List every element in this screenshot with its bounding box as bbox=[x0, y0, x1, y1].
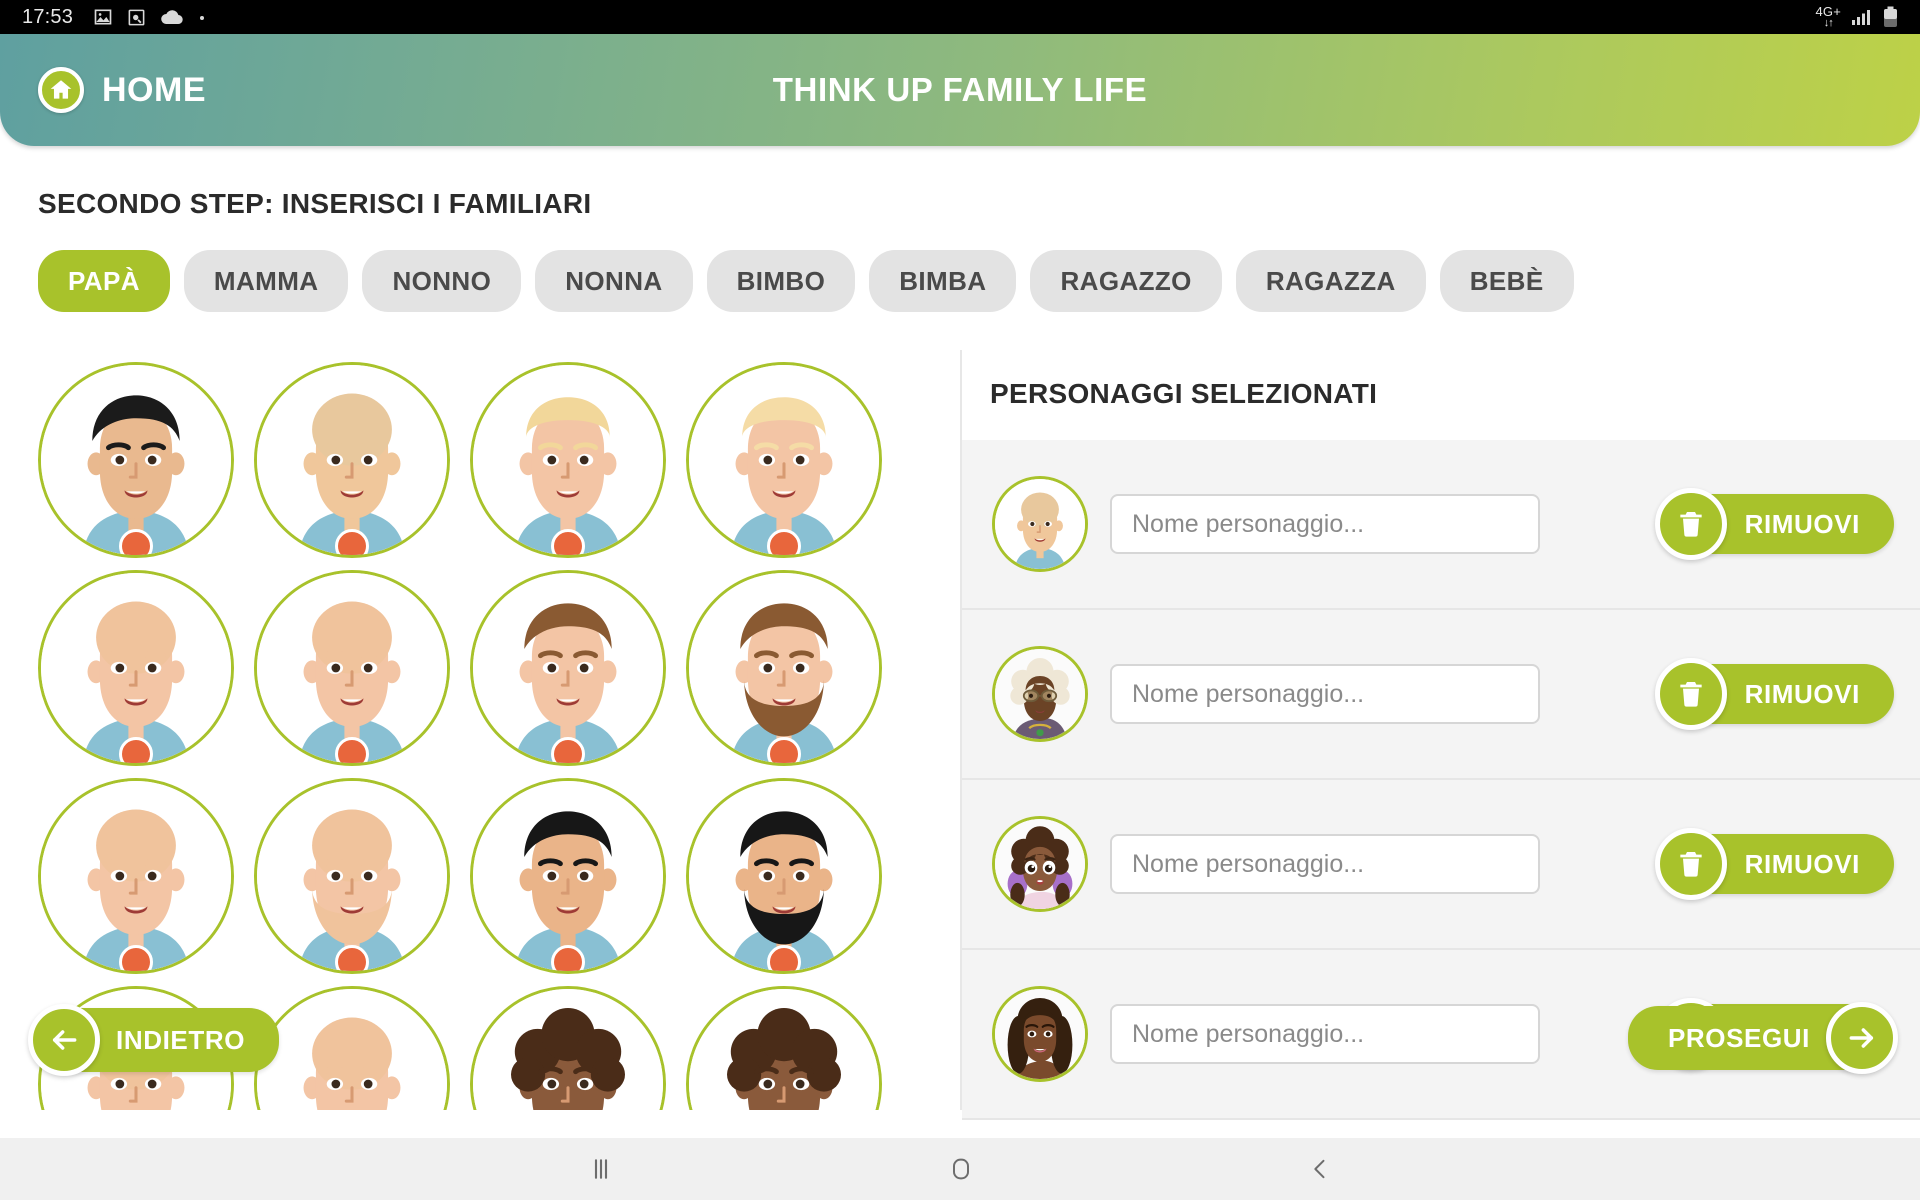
selected-character-row: RIMUOVI bbox=[962, 610, 1920, 780]
continue-button[interactable]: PROSEGUI bbox=[1627, 1002, 1898, 1074]
avatar-badge-icon bbox=[119, 529, 153, 555]
tab-label: BIMBO bbox=[736, 265, 826, 296]
selected-character-avatar[interactable] bbox=[992, 476, 1088, 572]
image-icon bbox=[93, 7, 113, 27]
chevron-left-icon[interactable] bbox=[1306, 1155, 1334, 1183]
avatar-badge-icon bbox=[335, 529, 369, 555]
status-bar-left: 17:53 bbox=[22, 6, 206, 29]
avatar-option[interactable] bbox=[470, 778, 666, 974]
trash-icon bbox=[1654, 828, 1727, 900]
home-button[interactable]: HOME bbox=[38, 67, 206, 113]
house-icon bbox=[38, 67, 84, 113]
avatar-option[interactable] bbox=[470, 570, 666, 766]
page-title: THINK UP FAMILY LIFE bbox=[772, 71, 1148, 108]
status-clock: 17:53 bbox=[22, 5, 74, 28]
avatar-option[interactable] bbox=[470, 986, 666, 1110]
remove-character-button[interactable]: RIMUOVI bbox=[1654, 828, 1894, 900]
avatar-option[interactable] bbox=[686, 778, 882, 974]
avatar-option[interactable] bbox=[254, 362, 450, 558]
avatar-option[interactable] bbox=[686, 570, 882, 766]
avatar-chooser-pane[interactable]: INDIETRO bbox=[0, 350, 962, 1110]
status-bar-right: 4G+ ↓↑ bbox=[1815, 5, 1898, 29]
avatar-badge-icon bbox=[551, 737, 585, 763]
avatar-badge-icon bbox=[767, 737, 801, 763]
tab-pap[interactable]: PAPÀ bbox=[38, 250, 170, 312]
avatar-badge-icon bbox=[119, 945, 153, 971]
cloud-icon bbox=[160, 8, 184, 26]
network-type-label: 4G+ ↓↑ bbox=[1815, 4, 1841, 29]
remove-character-button[interactable]: RIMUOVI bbox=[1654, 488, 1894, 560]
tab-bimbo[interactable]: BIMBO bbox=[706, 250, 856, 312]
tab-label: MAMMA bbox=[213, 265, 319, 296]
image-search-icon bbox=[127, 8, 146, 27]
system-nav-bar bbox=[0, 1138, 1920, 1200]
character-name-input[interactable] bbox=[1110, 834, 1540, 894]
avatar-badge-icon bbox=[767, 529, 801, 555]
selected-character-avatar[interactable] bbox=[992, 986, 1088, 1082]
avatar-option[interactable] bbox=[38, 778, 234, 974]
system-status-bar: 17:53 4G+ ↓↑ bbox=[0, 0, 1920, 34]
selected-character-avatar[interactable] bbox=[992, 646, 1088, 742]
avatar-badge-icon bbox=[335, 945, 369, 971]
character-name-input[interactable] bbox=[1110, 1004, 1540, 1064]
arrow-left-icon bbox=[28, 1004, 100, 1076]
continue-button-label: PROSEGUI bbox=[1667, 1022, 1810, 1053]
tab-nonna[interactable]: NONNA bbox=[535, 250, 693, 312]
avatar-option[interactable] bbox=[254, 778, 450, 974]
avatar-option[interactable] bbox=[254, 570, 450, 766]
selected-character-row: RIMUOVI bbox=[962, 780, 1920, 950]
back-button-label: INDIETRO bbox=[116, 1024, 246, 1055]
tab-label: BEBÈ bbox=[1469, 265, 1544, 296]
tab-label: NONNA bbox=[565, 265, 663, 296]
family-role-tabs: PAPÀ MAMMA NONNO NONNA BIMBO BIMBA RAGAZZO RAGA… bbox=[38, 250, 1920, 312]
selected-character-row: RIMUOVI bbox=[962, 440, 1920, 610]
step-title: SECONDO STEP: INSERISCI I FAMILIARI bbox=[38, 188, 592, 219]
remove-button-label: RIMUOVI bbox=[1744, 848, 1860, 879]
arrow-right-icon bbox=[1826, 1002, 1898, 1074]
recents-icon[interactable] bbox=[586, 1154, 616, 1184]
avatar-badge-icon bbox=[551, 945, 585, 971]
selected-characters-pane: PERSONAGGI SELEZIONATI RIMUOVI bbox=[962, 350, 1920, 1120]
avatar-option[interactable] bbox=[470, 362, 666, 558]
back-button[interactable]: INDIETRO bbox=[28, 1004, 280, 1076]
avatar-option[interactable] bbox=[254, 986, 450, 1110]
remove-button-label: RIMUOVI bbox=[1744, 508, 1860, 539]
avatar-badge-icon bbox=[551, 529, 585, 555]
main-content: INDIETRO PERSONAGGI SELEZIONATI RIMUOVI bbox=[0, 350, 1920, 1120]
avatar-badge-icon bbox=[119, 737, 153, 763]
tab-label: RAGAZZA bbox=[1265, 265, 1396, 296]
app-header: HOME THINK UP FAMILY LIFE bbox=[0, 34, 1920, 146]
character-name-input[interactable] bbox=[1110, 664, 1540, 724]
remove-character-button[interactable]: RIMUOVI bbox=[1654, 658, 1894, 730]
trash-icon bbox=[1654, 658, 1727, 730]
avatar-option[interactable] bbox=[686, 986, 882, 1110]
avatar-badge-icon bbox=[335, 737, 369, 763]
tab-label: RAGAZZO bbox=[1060, 265, 1192, 296]
avatar-badge-icon bbox=[767, 945, 801, 971]
battery-icon bbox=[1883, 6, 1898, 28]
tab-ragazzo[interactable]: RAGAZZO bbox=[1030, 250, 1222, 312]
selected-character-avatar[interactable] bbox=[992, 816, 1088, 912]
character-name-input[interactable] bbox=[1110, 494, 1540, 554]
tab-label: NONNO bbox=[392, 265, 492, 296]
home-square-icon[interactable] bbox=[947, 1155, 975, 1183]
tab-mamma[interactable]: MAMMA bbox=[183, 250, 349, 312]
tab-bimba[interactable]: BIMBA bbox=[869, 250, 1017, 312]
avatar-grid bbox=[0, 350, 960, 1110]
avatar-option[interactable] bbox=[38, 570, 234, 766]
tab-beb[interactable]: BEBÈ bbox=[1439, 250, 1574, 312]
data-transfer-icon: ↓↑ bbox=[1823, 17, 1834, 29]
dot-icon bbox=[198, 13, 206, 21]
trash-icon bbox=[1654, 488, 1727, 560]
selected-characters-title: PERSONAGGI SELEZIONATI bbox=[990, 378, 1378, 409]
tab-ragazza[interactable]: RAGAZZA bbox=[1235, 250, 1426, 312]
avatar-option[interactable] bbox=[38, 362, 234, 558]
home-button-label: HOME bbox=[102, 70, 206, 109]
tab-label: PAPÀ bbox=[68, 265, 140, 296]
avatar-option[interactable] bbox=[686, 362, 882, 558]
remove-button-label: RIMUOVI bbox=[1744, 678, 1860, 709]
tab-label: BIMBA bbox=[899, 265, 987, 296]
tab-nonno[interactable]: NONNO bbox=[362, 250, 522, 312]
signal-icon bbox=[1851, 8, 1873, 26]
